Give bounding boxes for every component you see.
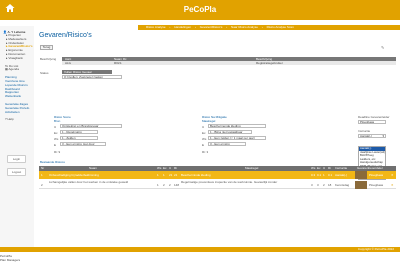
logout-button[interactable]: Logout: [7, 168, 26, 177]
mitigatie-ws-select[interactable]: 1 - Een zelden (< 1 maal per jaar): [208, 136, 266, 140]
risico-result: Ri: 9: [54, 150, 61, 154]
calendar-icon: ▦: [5, 67, 8, 72]
menu-item-naar-risico-analyse[interactable]: Naar Risico Analyse: [231, 25, 258, 29]
ploegbaas-input[interactable]: Ploegbaas: [358, 120, 386, 124]
instructie-label: Instructie: [358, 129, 371, 133]
menu-item-risico-analyse[interactable]: Risico Analyse: [146, 25, 166, 29]
status-label: Status: [40, 71, 49, 75]
row-delete-icon[interactable]: ✕: [391, 183, 394, 187]
menu-item-handelingen[interactable]: Handelingen: [174, 25, 191, 29]
table1-row[interactable]: ALG RIGS Registratiegebruiker: [62, 61, 396, 65]
edit-icon[interactable]: ✎: [381, 45, 384, 50]
table-title: Bestaande Risicos: [40, 160, 65, 164]
mitigatie-maatregel-label: Maatregel: [202, 119, 216, 123]
status-value: Vullen Risico Gevaar: [62, 70, 112, 74]
menu-item-risico-analyse-scan[interactable]: Risico Analyse Scan: [267, 25, 294, 29]
back-button[interactable]: Terug: [40, 45, 53, 50]
risico-ws-select[interactable]: 1 - Zelden: [60, 136, 98, 140]
copyright-text: Copyright © PeCoPla 2022: [357, 247, 394, 251]
sidebar: 👤 A. Y Leheme ▸ Projecten ▸ Medewerkers …: [0, 26, 34, 247]
risico-bron-label: Bron: [54, 119, 61, 123]
row-delete-icon[interactable]: ✕: [391, 173, 394, 177]
top-bar: PeCoPla: [0, 0, 400, 20]
deadline-label: Deadline Gevarenleider: [358, 115, 390, 119]
risico-e-select[interactable]: 3 - Een ernstig, Het duur: [60, 142, 106, 146]
chevron-down-icon: ▾: [382, 134, 384, 138]
beoordeler-photo: [355, 181, 367, 189]
mitigatie-e-select[interactable]: 3 - Een ernstig: [208, 142, 246, 146]
mitigatie-result: Ri: 3: [202, 150, 209, 154]
app-title: PeCoPla: [183, 5, 217, 14]
menu-item-gevaren[interactable]: Gevaren/Risico's: [200, 25, 223, 29]
table-row[interactable]: 1 Onbeschadiging bij ladderbeklimming 1 …: [39, 171, 396, 179]
mitigatie-ex-select[interactable]: 1 - Bijna niet toelaatbaar: [208, 130, 252, 134]
footer-bar: Copyright © PeCoPla 2022: [0, 247, 400, 252]
table-row[interactable]: 2 Lichamgelijke vallen door het werken i…: [39, 180, 396, 189]
maatregel-select[interactable]: Beschermende kleding: [208, 124, 266, 128]
search-input[interactable]: Q Invullen, Zoekregel zoeken: [62, 75, 122, 79]
risico-ex-select[interactable]: 1 - Regelmatig: [60, 130, 98, 134]
help-icon: ?: [5, 117, 7, 122]
login-button[interactable]: Login: [7, 155, 26, 164]
bottom-info: PeCoPla Plan Managers: [0, 254, 21, 262]
instructie-select[interactable]: Aaniak(-) ▾: [358, 134, 386, 138]
page-title: Gevaren/Risico's: [39, 32, 92, 39]
main-menu: Risico Analyse › Handelingen › Gevaren/R…: [138, 25, 400, 30]
beschrijving-label: Beschrijving: [40, 57, 57, 61]
bron-select[interactable]: Ontsteking en Brandgevaar: [60, 124, 122, 128]
beoordeler-photo: [355, 171, 367, 179]
